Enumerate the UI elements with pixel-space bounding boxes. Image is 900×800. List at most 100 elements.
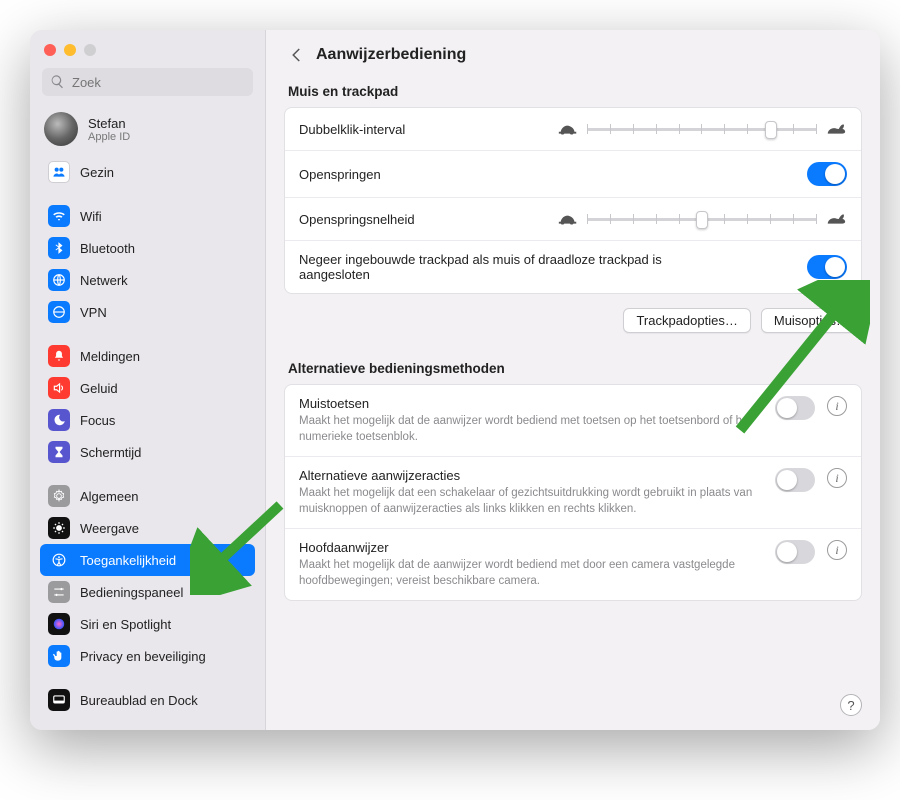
- bell-icon: [48, 345, 70, 367]
- sidebar-item-label: Algemeen: [80, 489, 139, 504]
- trackpad-options-button[interactable]: Trackpadopties…: [623, 308, 750, 333]
- sidebar-item-label: Toegankelijkheid: [80, 553, 176, 568]
- mouse-options-button[interactable]: Muisopties…: [761, 308, 862, 333]
- close-icon[interactable]: [44, 44, 56, 56]
- alt-row-1: Alternatieve aanwijzeractiesMaakt het mo…: [285, 457, 861, 529]
- sidebar-item-bureaublad-en-dock[interactable]: Bureaublad en Dock: [40, 684, 255, 716]
- window-controls: [30, 30, 265, 64]
- sidebar-item-weergave[interactable]: Weergave: [40, 512, 255, 544]
- alt-row-title: Hoofdaanwijzer: [299, 540, 755, 555]
- alt-row-desc: Maakt het mogelijk dat de aanwijzer word…: [299, 414, 755, 445]
- turtle-icon: [557, 212, 579, 226]
- sidebar-item-label: Schermtijd: [80, 445, 141, 460]
- wifi-icon: [48, 205, 70, 227]
- rabbit-icon: [825, 122, 847, 136]
- sidebar-item-label: Bedieningspaneel: [80, 585, 183, 600]
- header: Aanwijzerbediening: [266, 30, 880, 74]
- sidebar-item-label: Netwerk: [80, 273, 128, 288]
- springloading-label: Openspringen: [299, 167, 381, 182]
- sidebar-item-focus[interactable]: Focus: [40, 404, 255, 436]
- sidebar-item-label: Gezin: [80, 165, 114, 180]
- alt-row-title: Muistoetsen: [299, 396, 755, 411]
- display-icon: [48, 517, 70, 539]
- page-title: Aanwijzerbediening: [316, 46, 466, 64]
- alt-row-2: Hoofdaanwijzer Maakt het mogelijk dat de …: [285, 529, 861, 600]
- main-pane: Aanwijzerbediening Muis en trackpad Dubb…: [266, 30, 880, 730]
- row-doubleclick-interval: Dubbelklik-interval: [285, 108, 861, 151]
- row-springloading-speed: Openspringsnelheid: [285, 198, 861, 241]
- doubleclick-slider[interactable]: [557, 119, 847, 139]
- siri-icon: [48, 613, 70, 635]
- dock-icon: [48, 689, 70, 711]
- help-button[interactable]: ?: [840, 694, 862, 716]
- sidebar: Stefan Apple ID Gezin Wifi Bluetooth Netwer…: [30, 30, 266, 730]
- sidebar-item-netwerk[interactable]: Netwerk: [40, 264, 255, 296]
- sidebar-item-bedieningspaneel[interactable]: Bedieningspaneel: [40, 576, 255, 608]
- ignore-trackpad-toggle[interactable]: [807, 255, 847, 279]
- alt-row-toggle[interactable]: [775, 468, 815, 492]
- sidebar-item-meldingen[interactable]: Meldingen: [40, 340, 255, 372]
- doubleclick-label: Dubbelklik-interval: [299, 122, 405, 137]
- row-springloading: Openspringen: [285, 151, 861, 198]
- sidebar-item-label: Meldingen: [80, 349, 140, 364]
- section-title-alt: Alternatieve bedieningsmethoden: [266, 351, 880, 384]
- sidebar-item-siri-en-spotlight[interactable]: Siri en Spotlight: [40, 608, 255, 640]
- sidebar-item-label: Privacy en beveiliging: [80, 649, 206, 664]
- sidebar-item-label: Wifi: [80, 209, 102, 224]
- sidebar-item-toegankelijkheid[interactable]: Toegankelijkheid: [40, 544, 255, 576]
- sidebar-item-label: Geluid: [80, 381, 118, 396]
- alt-row-toggle[interactable]: [775, 540, 815, 564]
- sidebar-item-wifi[interactable]: Wifi: [40, 200, 255, 232]
- vpn-icon: [48, 301, 70, 323]
- sidebar-item-algemeen[interactable]: Algemeen: [40, 480, 255, 512]
- alt-row-toggle[interactable]: [775, 396, 815, 420]
- sidebar-item-label: VPN: [80, 305, 107, 320]
- sidebar-item-label: Siri en Spotlight: [80, 617, 171, 632]
- sidebar-item-bluetooth[interactable]: Bluetooth: [40, 232, 255, 264]
- search-field[interactable]: [42, 68, 253, 96]
- row-ignore-trackpad: Negeer ingebouwde trackpad als muis of d…: [285, 241, 861, 293]
- springloading-speed-label: Openspringsnelheid: [299, 212, 415, 227]
- avatar: [44, 112, 78, 146]
- info-icon[interactable]: i: [827, 396, 847, 416]
- sidebar-item-vpn[interactable]: VPN: [40, 296, 255, 328]
- ignore-trackpad-label: Negeer ingebouwde trackpad als muis of d…: [299, 252, 719, 282]
- accessibility-icon: [48, 549, 70, 571]
- profile-name: Stefan: [88, 116, 130, 131]
- alt-row-desc: Maakt het mogelijk dat een schakelaar of…: [299, 486, 755, 517]
- panel-mouse-trackpad: Dubbelklik-interval Openspringen Openspr…: [284, 107, 862, 294]
- minimize-icon[interactable]: [64, 44, 76, 56]
- sidebar-item-gezin[interactable]: Gezin: [40, 156, 255, 188]
- moon-icon: [48, 409, 70, 431]
- settings-window: Stefan Apple ID Gezin Wifi Bluetooth Netwer…: [30, 30, 880, 730]
- bluetooth-icon: [48, 237, 70, 259]
- maximize-icon[interactable]: [84, 44, 96, 56]
- sidebar-item-schermtijd[interactable]: Schermtijd: [40, 436, 255, 468]
- turtle-icon: [557, 122, 579, 136]
- panel-alternate-methods: Muistoetsen Maakt het mogelijk dat de aan…: [284, 384, 862, 601]
- springloading-speed-slider[interactable]: [557, 209, 847, 229]
- alt-row-0: Muistoetsen Maakt het mogelijk dat de aan…: [285, 385, 861, 457]
- sidebar-item-privacy-en-beveiliging[interactable]: Privacy en beveiliging: [40, 640, 255, 672]
- search-input[interactable]: [42, 68, 253, 96]
- family-icon: [48, 161, 70, 183]
- hand-icon: [48, 645, 70, 667]
- info-icon[interactable]: i: [827, 468, 847, 488]
- sidebar-item-label: Weergave: [80, 521, 139, 536]
- rabbit-icon: [825, 212, 847, 226]
- springloading-toggle[interactable]: [807, 162, 847, 186]
- profile-row[interactable]: Stefan Apple ID: [30, 106, 265, 156]
- gear-icon: [48, 485, 70, 507]
- sound-icon: [48, 377, 70, 399]
- search-icon: [50, 74, 65, 89]
- back-button[interactable]: [288, 46, 306, 64]
- sidebar-item-label: Bluetooth: [80, 241, 135, 256]
- sidebar-item-geluid[interactable]: Geluid: [40, 372, 255, 404]
- mouse-trackpad-buttons: Trackpadopties… Muisopties…: [266, 304, 880, 351]
- info-icon[interactable]: i: [827, 540, 847, 560]
- sidebar-nav: Gezin Wifi Bluetooth Netwerk VPN Meldingen Gel…: [30, 156, 265, 730]
- sidebar-item-label: Focus: [80, 413, 115, 428]
- section-title-mouse: Muis en trackpad: [266, 74, 880, 107]
- alt-row-desc: Maakt het mogelijk dat de aanwijzer word…: [299, 558, 755, 589]
- sidebar-item-label: Bureaublad en Dock: [80, 693, 198, 708]
